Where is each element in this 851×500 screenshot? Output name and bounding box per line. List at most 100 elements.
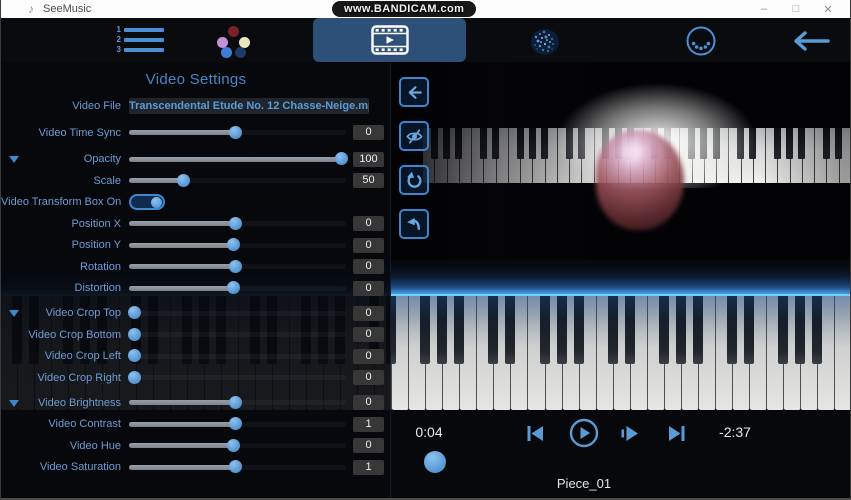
slider-video-crop-bottom[interactable] <box>128 327 346 341</box>
music-note-icon: ♪ <box>28 2 34 16</box>
setting-label: Position X <box>71 217 121 230</box>
setting-control <box>129 395 346 411</box>
slider-thumb[interactable] <box>226 281 240 294</box>
slider-opacity[interactable] <box>129 152 349 165</box>
slider-thumb[interactable] <box>228 460 242 473</box>
black-key <box>454 296 465 364</box>
setting-label: Video Crop Left <box>44 350 121 362</box>
setting-value-video-crop-top[interactable]: 0 <box>353 305 384 321</box>
slider-fill <box>129 130 235 135</box>
maximize-button[interactable]: □ <box>780 0 812 18</box>
white-key <box>834 296 850 410</box>
setting-value-video-saturation[interactable]: 1 <box>353 459 384 475</box>
setting-value-position-x[interactable]: 0 <box>353 216 384 231</box>
setting-value-position-y[interactable]: 0 <box>353 237 384 253</box>
tab-midi[interactable] <box>685 25 717 62</box>
toggle-knob <box>151 196 162 208</box>
setting-value-video-contrast[interactable]: 1 <box>353 416 384 432</box>
setting-label: Video Time Sync <box>38 126 121 139</box>
tab-video-active[interactable] <box>313 18 466 62</box>
panel-title: Video Settings <box>145 71 247 88</box>
setting-row-video-time-sync: Video Time Sync 0 <box>1 125 391 141</box>
slider-thumb[interactable] <box>228 259 242 273</box>
slider-scale[interactable] <box>129 173 346 187</box>
setting-value-video-crop-bottom[interactable]: 0 <box>353 327 384 342</box>
setting-row-scale: Scale 50 <box>1 173 391 189</box>
midi-connector-icon <box>686 26 716 56</box>
slider-thumb[interactable] <box>228 417 242 430</box>
minimize-button[interactable]: – <box>748 0 780 18</box>
play-button[interactable] <box>569 418 599 453</box>
slider-video-time-sync[interactable] <box>129 125 346 139</box>
setting-control <box>128 327 346 343</box>
setting-control <box>129 151 349 167</box>
slider-rotation[interactable] <box>129 259 346 273</box>
slider-video-crop-top[interactable] <box>128 306 346 319</box>
setting-label: Opacity <box>83 153 121 165</box>
toggle-video-transform-box-on[interactable] <box>129 194 165 210</box>
setting-label: Video Transform Box On <box>1 196 122 208</box>
black-key <box>692 296 703 364</box>
slider-fill <box>129 421 235 427</box>
setting-value-opacity[interactable]: 100 <box>353 151 384 167</box>
tab-colors[interactable] <box>217 26 251 58</box>
setting-value-video-time-sync[interactable]: 0 <box>353 125 384 140</box>
slider-video-contrast[interactable] <box>129 417 346 430</box>
setting-label: Video Hue <box>69 439 121 452</box>
setting-value-video-crop-left[interactable]: 0 <box>353 348 384 364</box>
preview-reset-button[interactable] <box>399 165 429 195</box>
slider-thumb[interactable] <box>335 152 349 165</box>
film-icon <box>370 25 409 55</box>
setting-value-video-hue[interactable]: 0 <box>353 438 384 453</box>
preview-undo-button[interactable] <box>399 209 429 239</box>
skip-to-end-button[interactable] <box>667 424 687 448</box>
setting-control <box>129 416 346 432</box>
preview-hide-button[interactable] <box>399 121 429 151</box>
preview-back-button[interactable] <box>399 77 429 107</box>
slider-thumb[interactable] <box>128 327 141 341</box>
black-key <box>794 296 805 364</box>
section-collapse-arrow[interactable] <box>9 310 19 317</box>
setting-value-scale[interactable]: 50 <box>353 173 384 188</box>
setting-value-rotation[interactable]: 0 <box>353 259 384 274</box>
setting-row-rotation: Rotation 0 <box>1 259 391 275</box>
slider-thumb[interactable] <box>226 238 240 251</box>
slider-video-saturation[interactable] <box>129 460 346 473</box>
white-key <box>647 296 669 410</box>
settings-rows: Video File Transcendental Etude No. 12 Ch… <box>1 98 391 475</box>
black-key <box>777 296 788 364</box>
timeline-scrubber-handle[interactable] <box>424 451 446 473</box>
slider-thumb[interactable] <box>228 216 242 230</box>
section-collapse-arrow[interactable] <box>9 399 19 407</box>
slider-thumb[interactable] <box>226 438 240 452</box>
slider-position-x[interactable] <box>129 216 346 230</box>
slider-thumb[interactable] <box>228 125 242 139</box>
setting-value-video-brightness[interactable]: 0 <box>353 395 384 410</box>
slider-distortion[interactable] <box>129 281 346 294</box>
setting-value-distortion[interactable]: 0 <box>353 280 384 296</box>
close-button[interactable]: ✕ <box>812 0 844 18</box>
tab-particles[interactable] <box>526 23 564 66</box>
slider-video-crop-left[interactable] <box>128 349 346 362</box>
slider-thumb[interactable] <box>128 370 141 384</box>
slider-thumb[interactable] <box>128 306 141 319</box>
setting-control <box>129 125 346 141</box>
nav-back-button[interactable] <box>792 30 832 57</box>
slider-position-y[interactable] <box>129 238 346 251</box>
slider-thumb[interactable] <box>128 349 141 362</box>
slider-video-brightness[interactable] <box>129 395 346 409</box>
video-file-button[interactable]: Transcendental Etude No. 12 Chasse-Neige… <box>129 98 369 114</box>
setting-value-video-crop-right[interactable]: 0 <box>353 370 384 385</box>
slider-thumb[interactable] <box>228 395 242 409</box>
black-key <box>743 296 754 364</box>
slider-thumb[interactable] <box>176 173 190 187</box>
step-forward-button[interactable] <box>619 424 639 448</box>
section-collapse-arrow[interactable] <box>9 156 19 163</box>
black-key <box>658 296 669 364</box>
slider-video-crop-right[interactable] <box>128 370 346 384</box>
skip-to-start-button[interactable] <box>525 424 545 448</box>
slider-video-hue[interactable] <box>129 438 346 452</box>
tab-tracks-list[interactable]: 1 2 3 <box>114 26 164 54</box>
setting-control <box>129 259 346 275</box>
setting-control <box>129 173 346 189</box>
